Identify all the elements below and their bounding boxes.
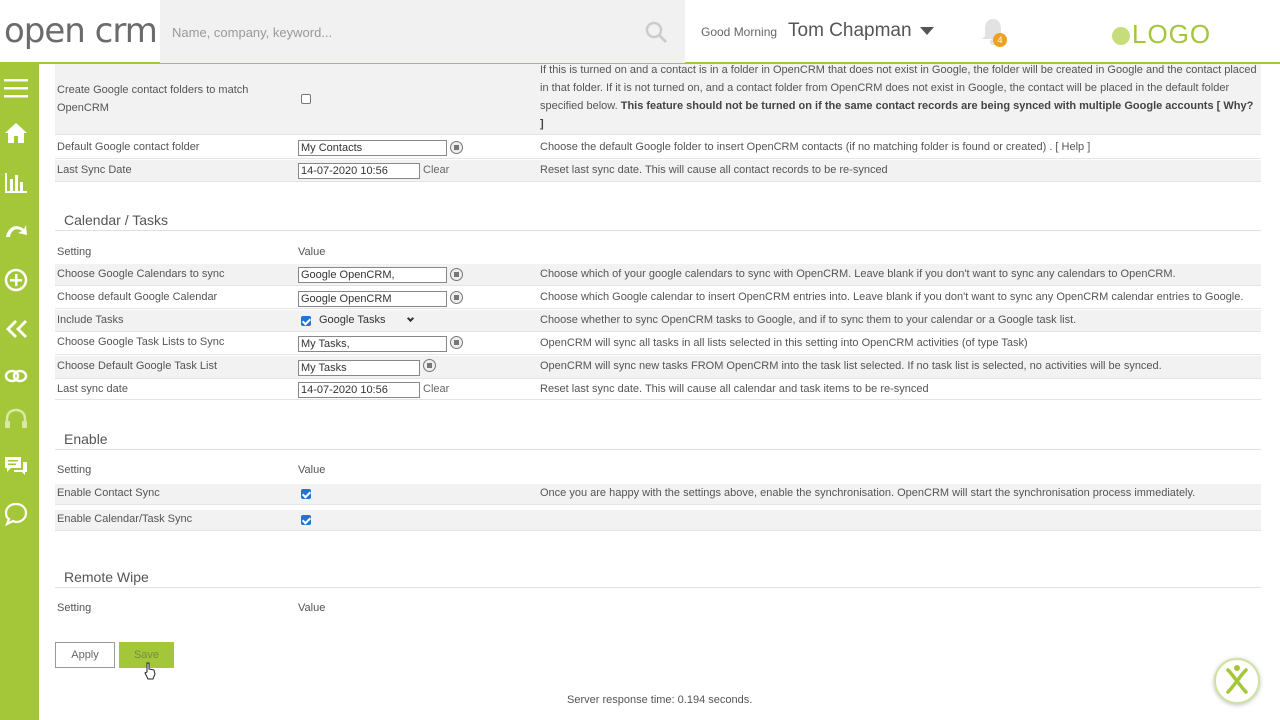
folder-picker-icon[interactable]	[450, 141, 463, 154]
logo-text-a: op	[4, 11, 45, 51]
description-warning[interactable]: This feature should not be turned on if …	[540, 100, 1253, 130]
section-title-calendar: Calendar / Tasks	[64, 212, 169, 228]
logo-blob-icon	[1112, 27, 1130, 45]
clear-link[interactable]: Clear	[423, 383, 449, 395]
enable-contact-sync-checkbox[interactable]	[301, 489, 311, 499]
setting-label: Create Google contact folders to match O…	[57, 84, 249, 114]
setting-description: OpenCRM will sync all tasks in all lists…	[540, 337, 1028, 349]
bar-chart-icon[interactable]	[4, 171, 28, 195]
notification-count-badge: 4	[993, 33, 1007, 47]
help-chat-icon	[1226, 665, 1248, 694]
setting-column-header: Setting	[57, 464, 92, 476]
setting-column-header: Setting	[57, 602, 92, 614]
default-calendar-input[interactable]: Google OpenCRM	[298, 291, 447, 307]
user-name[interactable]: Tom Chapman	[788, 20, 912, 42]
calendars-input[interactable]: Google OpenCRM,	[298, 267, 447, 283]
settings-row-enable-calendar-sync: Enable Calendar/Task Sync	[55, 510, 1261, 531]
setting-label: Choose Google Task Lists to Sync	[57, 336, 225, 348]
setting-description: OpenCRM will sync new tasks FROM OpenCRM…	[540, 360, 1162, 372]
setting-column-header: Setting	[57, 246, 92, 258]
setting-label: Enable Contact Sync	[57, 487, 160, 499]
settings-row-default-folder: Default Google contact folder My Contact…	[55, 136, 1261, 159]
section-title-enable: Enable	[64, 431, 108, 447]
default-task-list-input[interactable]: My Tasks	[298, 360, 420, 376]
chat-icon[interactable]	[4, 454, 28, 478]
settings-row-folder-sync: Create Google contact folders to match O…	[55, 64, 1261, 135]
settings-row-include-tasks: Include Tasks Google Tasks Choose whethe…	[55, 310, 1261, 332]
value-column-header: Value	[298, 602, 326, 614]
settings-row-calendar-last-sync: Last sync date 14-07-2020 10:56 Clear Re…	[55, 380, 1261, 400]
setting-description: If this is turned on and a contact is in…	[540, 61, 1257, 133]
task-lists-input[interactable]: My Tasks,	[298, 336, 447, 352]
clear-link[interactable]: Clear	[423, 164, 449, 176]
setting-label: Default Google contact folder	[57, 141, 200, 153]
value-column-header: Value	[298, 464, 326, 476]
setting-description: Choose whether to sync OpenCRM tasks to …	[540, 314, 1077, 326]
chevron-down-icon[interactable]	[920, 27, 934, 35]
setting-description: Reset last sync date. This will cause al…	[540, 164, 888, 176]
settings-row-contact-last-sync: Last Sync Date 14-07-2020 10:56 Clear Re…	[55, 160, 1261, 182]
home-icon[interactable]	[4, 121, 28, 145]
help-chat-button[interactable]	[1214, 658, 1260, 704]
setting-description: Reset last sync date. This will cause al…	[540, 383, 929, 395]
logo-text-b: en crm	[44, 11, 157, 51]
calendar-picker-icon[interactable]	[450, 268, 463, 281]
speech-bubble-icon[interactable]	[4, 502, 28, 526]
add-icon[interactable]	[4, 268, 28, 292]
menu-icon[interactable]	[4, 76, 28, 100]
setting-description: Choose which Google calendar to insert O…	[540, 291, 1244, 303]
pipeline-icon[interactable]	[4, 219, 28, 243]
brand-logo-text: LOGO	[1132, 19, 1212, 49]
task-list-picker-icon[interactable]	[450, 336, 463, 349]
settings-row-default-task-list: Choose Default Google Task List My Tasks…	[55, 356, 1261, 379]
chevron-down-icon[interactable]	[406, 314, 415, 323]
opencrm-logo[interactable]: open crm	[4, 11, 158, 51]
setting-label: Last sync date	[57, 383, 128, 395]
apply-button[interactable]: Apply	[55, 642, 115, 668]
value-column-header: Value	[298, 246, 326, 258]
server-response-time: Server response time: 0.194 seconds.	[567, 694, 753, 706]
link-icon[interactable]	[4, 364, 28, 388]
search-input[interactable]	[172, 20, 632, 44]
search-box	[160, 0, 685, 63]
enable-calendar-sync-checkbox[interactable]	[301, 515, 311, 525]
greeting-text: Good Morning	[701, 25, 778, 39]
section-divider	[55, 449, 1261, 450]
default-folder-input[interactable]: My Contacts	[298, 140, 447, 156]
sidebar	[0, 64, 39, 720]
setting-label: Enable Calendar/Task Sync	[57, 513, 193, 525]
settings-row-enable-contact-sync: Enable Contact Sync Once you are happy w…	[55, 484, 1261, 505]
section-title-remote-wipe: Remote Wipe	[64, 569, 149, 585]
task-list-picker-icon[interactable]	[423, 359, 436, 372]
search-icon[interactable]	[644, 20, 668, 44]
setting-label: Include Tasks	[57, 314, 124, 326]
setting-description: Choose the default Google folder to inse…	[540, 141, 1091, 153]
settings-row-default-calendar: Choose default Google Calendar Google Op…	[55, 287, 1261, 309]
calendar-picker-icon[interactable]	[450, 291, 463, 304]
settings-row-calendars: Choose Google Calendars to sync Google O…	[55, 264, 1261, 286]
calendar-last-sync-input[interactable]: 14-07-2020 10:56	[298, 382, 420, 398]
setting-label: Choose Default Google Task List	[57, 360, 217, 372]
headset-icon[interactable]	[4, 408, 28, 432]
settings-row-task-lists: Choose Google Task Lists to Sync My Task…	[55, 333, 1261, 355]
folder-sync-checkbox[interactable]	[301, 94, 311, 104]
setting-description: Once you are happy with the settings abo…	[540, 487, 1196, 499]
task-destination-select[interactable]: Google Tasks	[319, 314, 385, 326]
section-divider	[55, 230, 1261, 231]
brand-logo: LOGO	[1112, 19, 1211, 50]
contact-last-sync-input[interactable]: 14-07-2020 10:56	[298, 163, 420, 179]
setting-label: Choose Google Calendars to sync	[57, 268, 225, 280]
top-header: open crm Good Morning Tom Chapman 4 LOGO	[0, 0, 1280, 64]
collapse-icon[interactable]	[4, 317, 28, 341]
setting-description: Choose which of your google calendars to…	[540, 268, 1176, 280]
section-divider	[55, 587, 1261, 588]
settings-panel: Create Google contact folders to match O…	[55, 64, 1261, 720]
setting-label: Choose default Google Calendar	[57, 291, 218, 303]
setting-label: Last Sync Date	[57, 164, 132, 176]
include-tasks-checkbox[interactable]	[301, 316, 311, 326]
mouse-cursor-icon	[144, 662, 156, 680]
